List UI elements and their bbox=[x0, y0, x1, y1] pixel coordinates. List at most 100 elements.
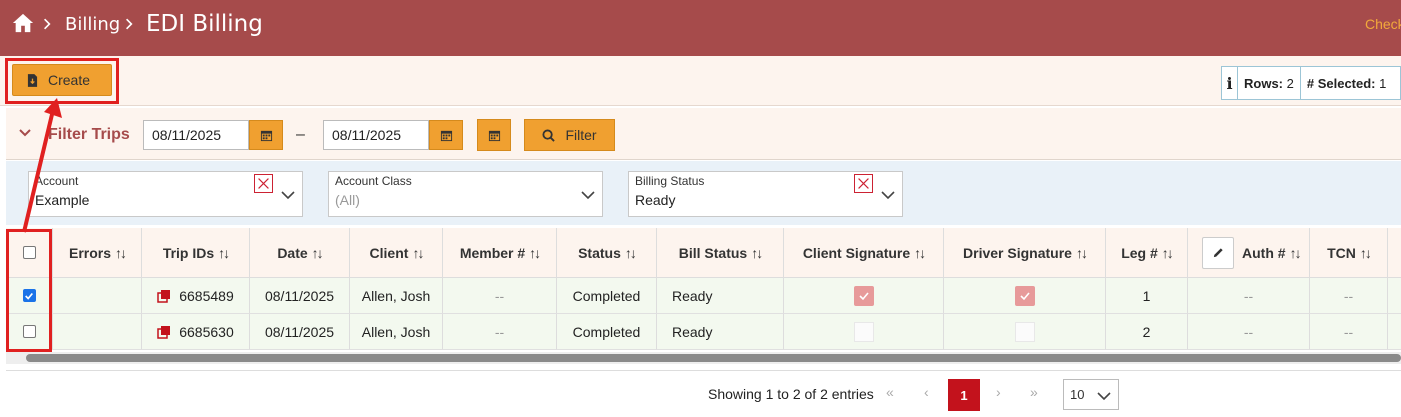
driver-signature-check bbox=[1014, 285, 1035, 306]
account-class-select[interactable]: Account Class (All) bbox=[328, 171, 603, 217]
filter-button[interactable]: Filter bbox=[524, 119, 615, 151]
chevron-down-icon bbox=[1097, 392, 1111, 401]
current-page-button[interactable]: 1 bbox=[948, 379, 980, 411]
date-cell: 08/11/2025 bbox=[250, 278, 350, 314]
client-cell: Allen, Josh bbox=[350, 314, 443, 350]
sort-icon: ↑↓ bbox=[751, 244, 763, 261]
copy-icon bbox=[157, 289, 171, 303]
driver-signature-cell bbox=[944, 314, 1106, 350]
check-icon bbox=[1019, 291, 1030, 300]
client-signature-empty bbox=[853, 321, 874, 342]
trip-id-cell[interactable]: 6685630 bbox=[142, 314, 250, 350]
page-title: EDI Billing bbox=[146, 11, 263, 37]
client-signature-check bbox=[853, 285, 874, 306]
chevron-down-icon[interactable] bbox=[281, 188, 295, 202]
column-header-bill-status[interactable]: Bill Status ↑↓ bbox=[657, 228, 784, 278]
filter-trips-title[interactable]: Filter Trips bbox=[48, 126, 130, 144]
billing-status-select-label: Billing Status bbox=[635, 174, 705, 188]
column-header-trip-ids[interactable]: Trip IDs ↑↓ bbox=[142, 228, 250, 278]
auth-cell: -- bbox=[1188, 314, 1310, 350]
trip-id-cell[interactable]: 6685489 bbox=[142, 278, 250, 314]
leg-cell: 1 bbox=[1106, 278, 1188, 314]
home-icon[interactable] bbox=[12, 12, 34, 34]
bill-status-cell: Ready bbox=[657, 278, 784, 314]
date-preset-calendar-button[interactable] bbox=[477, 119, 511, 151]
account-select-label: Account bbox=[35, 174, 79, 188]
chevron-down-icon[interactable] bbox=[18, 126, 32, 140]
clear-x-icon[interactable] bbox=[254, 174, 273, 193]
column-header-tcn[interactable]: TCN ↑↓ bbox=[1310, 228, 1388, 278]
check-icon bbox=[858, 291, 869, 300]
column-header-member[interactable]: Member # ↑↓ bbox=[443, 228, 557, 278]
page-size-value: 10 bbox=[1070, 387, 1085, 402]
next-page-button[interactable]: › bbox=[996, 384, 1001, 400]
annotation-box-create bbox=[5, 58, 119, 104]
column-header-date[interactable]: Date ↑↓ bbox=[250, 228, 350, 278]
billing-status-select-value: Ready bbox=[635, 192, 676, 208]
account-select[interactable]: Account Example bbox=[28, 171, 303, 217]
sort-icon: ↑↓ bbox=[311, 244, 324, 261]
leg-cell: 2 bbox=[1106, 314, 1188, 350]
sort-icon: ↑↓ bbox=[1359, 244, 1372, 261]
scrollbar-thumb[interactable] bbox=[26, 354, 1401, 362]
column-header-client[interactable]: Client ↑↓ bbox=[350, 228, 443, 278]
extra-cell bbox=[1388, 314, 1401, 350]
selected-count: # Selected: 1 bbox=[1306, 75, 1387, 91]
client-signature-cell bbox=[784, 314, 944, 350]
member-cell: -- bbox=[443, 314, 557, 350]
column-header-client-signature[interactable]: Client Signature ↑↓ bbox=[784, 228, 944, 278]
page-size-select[interactable]: 10 bbox=[1063, 379, 1119, 410]
date-cell: 08/11/2025 bbox=[250, 314, 350, 350]
sort-icon: ↑↓ bbox=[412, 244, 424, 261]
pagination-bar bbox=[6, 370, 1401, 417]
sort-icon: ↑↓ bbox=[1075, 244, 1088, 261]
search-icon bbox=[542, 128, 556, 142]
start-date-calendar-button[interactable] bbox=[249, 120, 283, 150]
errors-cell bbox=[53, 314, 142, 350]
sort-icon: ↑↓ bbox=[1289, 244, 1302, 261]
auth-cell: -- bbox=[1188, 278, 1310, 314]
annotation-box-checkboxes bbox=[6, 229, 52, 352]
bill-status-cell: Ready bbox=[657, 314, 784, 350]
edit-auth-button[interactable] bbox=[1202, 236, 1234, 269]
column-header-errors[interactable]: Errors ↑↓ bbox=[53, 228, 142, 278]
toolbar bbox=[0, 56, 1401, 106]
copy-icon bbox=[157, 325, 171, 339]
rows-count: Rows: 2 bbox=[1238, 67, 1301, 99]
billing-status-select[interactable]: Billing Status Ready bbox=[628, 171, 903, 217]
start-date-input[interactable]: 08/11/2025 bbox=[143, 120, 249, 150]
account-class-select-value: (All) bbox=[335, 192, 360, 208]
errors-cell bbox=[53, 278, 142, 314]
column-header-driver-signature[interactable]: Driver Signature ↑↓ bbox=[944, 228, 1106, 278]
first-page-button[interactable]: « bbox=[886, 384, 894, 400]
sort-icon: ↑↓ bbox=[115, 244, 127, 261]
column-header-leg[interactable]: Leg # ↑↓ bbox=[1106, 228, 1188, 278]
tcn-cell: -- bbox=[1310, 314, 1388, 350]
account-select-value: Example bbox=[35, 192, 90, 208]
chevron-down-icon[interactable] bbox=[581, 188, 595, 202]
horizontal-scrollbar[interactable] bbox=[6, 352, 1401, 364]
clear-x-icon[interactable] bbox=[854, 174, 873, 193]
calendar-icon bbox=[260, 130, 272, 141]
prev-page-button[interactable]: ‹ bbox=[924, 384, 929, 400]
pagination-summary: Showing 1 to 2 of 2 entries bbox=[708, 386, 874, 402]
last-page-button[interactable]: » bbox=[1030, 384, 1038, 400]
status-cell: Completed bbox=[557, 278, 657, 314]
chevron-down-icon[interactable] bbox=[881, 188, 895, 202]
end-date-calendar-button[interactable] bbox=[429, 120, 463, 150]
driver-signature-empty bbox=[1014, 321, 1035, 342]
account-class-select-label: Account Class bbox=[335, 174, 412, 188]
column-header-auth[interactable]: Auth # ↑↓ bbox=[1188, 228, 1310, 278]
check-link[interactable]: Check bbox=[1365, 16, 1401, 32]
driver-signature-cell bbox=[944, 278, 1106, 314]
breadcrumb-billing[interactable]: Billing bbox=[65, 14, 120, 35]
column-header-status[interactable]: Status ↑↓ bbox=[557, 228, 657, 278]
sort-icon: ↑↓ bbox=[218, 244, 230, 261]
end-date-input[interactable]: 08/11/2025 bbox=[323, 120, 429, 150]
client-cell: Allen, Josh bbox=[350, 278, 443, 314]
info-summary: i Rows: 2 # Selected: 1 bbox=[1221, 66, 1401, 100]
column-header-extra bbox=[1388, 228, 1401, 278]
sort-icon: ↑↓ bbox=[914, 244, 926, 261]
chevron-right-icon bbox=[126, 18, 133, 30]
info-icon: i bbox=[1222, 67, 1238, 99]
